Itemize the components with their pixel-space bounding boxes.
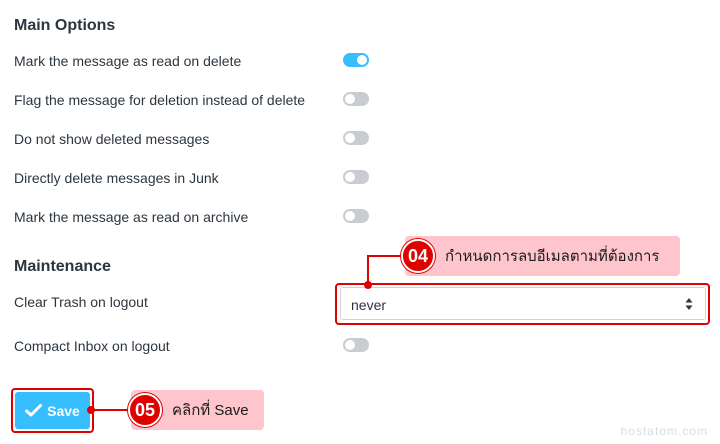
- clear-trash-label: Clear Trash on logout: [14, 294, 148, 310]
- mark-read-on-delete-label: Mark the message as read on delete: [14, 53, 242, 69]
- hide-deleted-messages-label: Do not show deleted messages: [14, 131, 210, 147]
- flag-for-deletion-toggle[interactable]: [343, 92, 369, 106]
- select-updown-icon: [685, 298, 693, 310]
- main-options-title: Main Options: [14, 17, 116, 34]
- callout-05-anchor-dot: [87, 406, 95, 414]
- toggle-knob: [345, 133, 355, 143]
- callout-05-badge: 05: [128, 393, 162, 427]
- hide-deleted-messages-toggle[interactable]: [343, 131, 369, 145]
- callout-04-connector-vertical: [367, 255, 369, 284]
- callout-04-connector: [368, 255, 404, 257]
- callout-05-text: คลิกที่ Save: [172, 402, 249, 419]
- toggle-knob: [345, 340, 355, 350]
- watermark: hostatom.com: [620, 424, 708, 438]
- mark-read-on-archive-label: Mark the message as read on archive: [14, 209, 249, 225]
- callout-04-label: กำหนดการลบอีเมลตามที่ต้องการ: [405, 236, 680, 276]
- callout-04-badge: 04: [401, 239, 435, 273]
- clear-trash-select-value: never: [351, 297, 387, 313]
- compact-inbox-label: Compact Inbox on logout: [14, 338, 170, 354]
- toggle-knob: [357, 55, 367, 65]
- save-button-label: Save: [47, 402, 80, 419]
- compact-inbox-toggle[interactable]: [343, 338, 369, 352]
- flag-for-deletion-label: Flag the message for deletion instead of…: [14, 92, 306, 108]
- toggle-knob: [345, 172, 355, 182]
- mark-read-on-delete-toggle[interactable]: [343, 53, 369, 67]
- delete-junk-directly-toggle[interactable]: [343, 170, 369, 184]
- callout-04-text: กำหนดการลบอีเมลตามที่ต้องการ: [445, 248, 660, 265]
- save-button[interactable]: Save: [15, 392, 90, 429]
- checkmark-icon: [25, 404, 43, 417]
- toggle-knob: [345, 211, 355, 221]
- toggle-knob: [345, 94, 355, 104]
- maintenance-title: Maintenance: [14, 258, 111, 275]
- delete-junk-directly-label: Directly delete messages in Junk: [14, 170, 219, 186]
- clear-trash-select[interactable]: never: [340, 287, 706, 320]
- callout-04-anchor-dot: [364, 281, 372, 289]
- callout-05-connector: [92, 409, 131, 411]
- mark-read-on-archive-toggle[interactable]: [343, 209, 369, 223]
